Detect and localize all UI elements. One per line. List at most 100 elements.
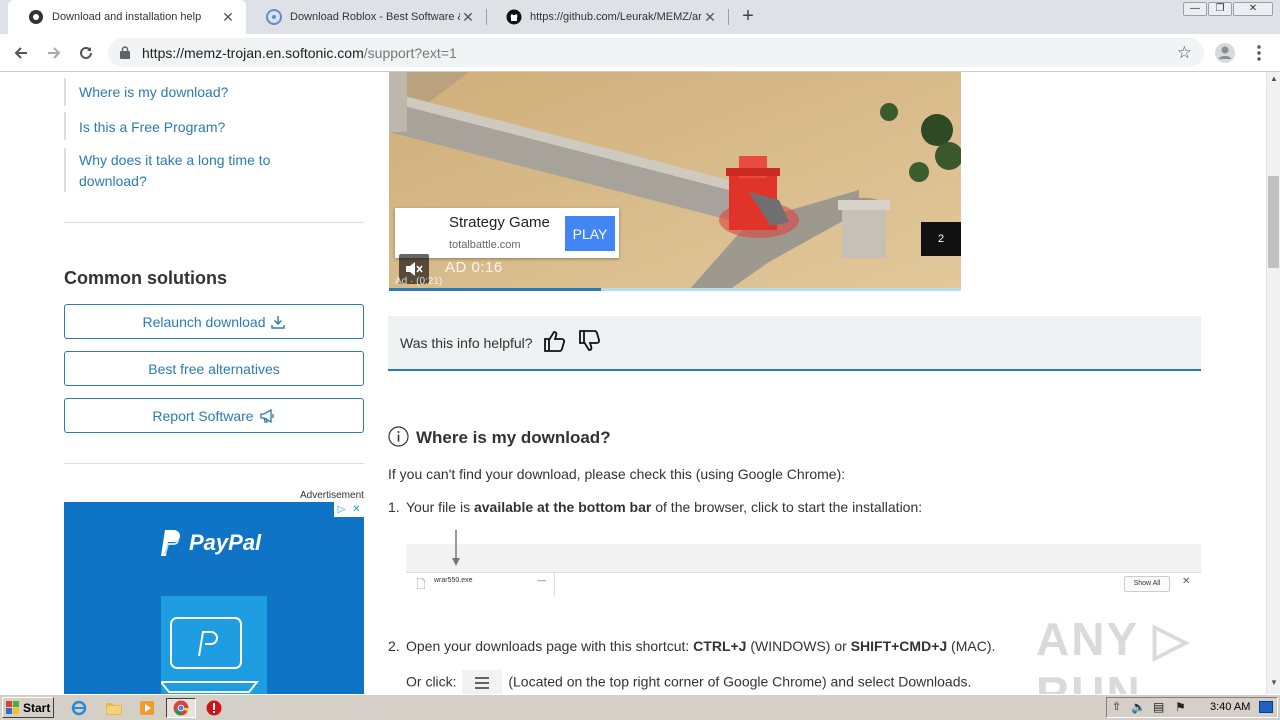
scrollbar-thumb[interactable] (1268, 176, 1279, 268)
advertisement-label: Advertisement (300, 490, 364, 501)
file-icon (417, 578, 425, 589)
video-progress-bar[interactable] (389, 288, 961, 291)
helpful-feedback-bar: Was this info helpful? (388, 316, 1201, 371)
step-2-alt: Or click: (Located on the top right corn… (406, 670, 971, 694)
divider (64, 222, 364, 223)
arrow-down-icon (452, 530, 460, 566)
forward-icon[interactable] (43, 42, 65, 64)
url-path: /support?ext=1 (363, 44, 457, 61)
show-desktop-icon[interactable] (1259, 701, 1273, 713)
media-player-icon[interactable] (136, 698, 158, 718)
common-solutions-title: Common solutions (64, 268, 227, 288)
scroll-down-icon[interactable]: ▼ (1270, 678, 1278, 687)
flag-icon[interactable]: ⚑ (1175, 700, 1186, 714)
sidebar-link-free-program[interactable]: Is this a Free Program? (79, 117, 225, 138)
lock-icon (120, 46, 132, 60)
paypal-wordmark: PayPal (189, 530, 262, 555)
profile-avatar-icon[interactable] (1214, 42, 1236, 64)
skip-countdown: 2 (921, 222, 961, 256)
link-marker (64, 112, 66, 140)
helpful-question: Was this info helpful? (400, 335, 533, 351)
anyrun-watermark: ANY ▷ RUN (1036, 613, 1191, 694)
start-button[interactable]: Start (2, 697, 54, 718)
start-label: Start (23, 700, 51, 715)
ad-duration-label: Ad · (0:21) (395, 276, 443, 287)
new-tab-button[interactable]: + (738, 6, 758, 26)
windows-taskbar: Start ⇧ 🔈 ▤ ⚑ 3:40 AM (0, 694, 1280, 720)
ad-timer: AD 0:16 (445, 259, 503, 276)
softonic-icon (266, 9, 282, 25)
link-marker (64, 148, 66, 192)
chrome-menu-icon[interactable] (1248, 42, 1270, 64)
chrome-taskbar-icon[interactable] (166, 698, 196, 718)
close-icon: ✕ (1182, 576, 1191, 587)
divider (554, 573, 555, 596)
step-1: 1. Your file is available at the bottom b… (388, 499, 923, 515)
downloaded-file-name: wrar550.exe (434, 577, 473, 584)
clock: 3:40 AM (1210, 701, 1251, 713)
network-icon[interactable]: ▤ (1153, 700, 1164, 714)
paypal-ad[interactable]: ▷ ✕ PayPal (64, 502, 364, 694)
tab-title: Download Roblox - Best Software & (290, 11, 460, 23)
button-label: Relaunch download (142, 313, 266, 330)
github-icon (506, 9, 522, 25)
relaunch-download-button[interactable]: Relaunch download (64, 304, 364, 339)
back-icon[interactable] (10, 42, 32, 64)
ad-card[interactable]: Strategy Game totalbattle.com PLAY (395, 208, 619, 258)
link-marker (64, 78, 66, 106)
internet-explorer-icon[interactable] (68, 698, 90, 718)
tab-github-memz[interactable]: https://github.com/Leurak/MEMZ/ar ✕ (486, 0, 728, 34)
page-scrollbar[interactable]: ▲ ▼ (1266, 72, 1280, 694)
step-2: 2. Open your downloads page with this sho… (388, 638, 996, 654)
close-tab-icon[interactable]: ✕ (702, 9, 718, 26)
paypal-logo-icon (161, 530, 180, 556)
url-host: https://memz-trojan.en.softonic.com (142, 44, 364, 61)
article-title: Where is my download? (416, 428, 611, 447)
download-dropdown-glyph: — (537, 575, 546, 585)
minimize-button[interactable]: — (1183, 2, 1207, 16)
article-intro: If you can't find your download, please … (388, 466, 846, 482)
tab-title: https://github.com/Leurak/MEMZ/ar (530, 11, 702, 23)
megaphone-icon (259, 408, 274, 423)
close-tab-icon[interactable]: ✕ (460, 9, 476, 26)
ad-card-title: Strategy Game (449, 214, 550, 231)
bookmark-star-icon[interactable]: ☆ (1177, 43, 1192, 63)
thumbs-down-icon[interactable] (578, 329, 602, 358)
stop-sign-icon[interactable] (203, 698, 225, 718)
button-label: Report Software (152, 407, 254, 424)
reload-icon[interactable] (75, 42, 97, 64)
window-close-button[interactable]: ✕ (1233, 2, 1273, 16)
info-icon (388, 426, 409, 452)
address-bar[interactable]: https://memz-trojan.en.softonic.com/supp… (108, 38, 1204, 67)
tab-divider (728, 9, 729, 25)
button-label: Best free alternatives (148, 360, 280, 377)
file-explorer-icon[interactable] (103, 698, 125, 718)
show-all-button: Show All (1124, 576, 1170, 592)
thumbs-up-icon[interactable] (543, 329, 567, 358)
video-ad-player[interactable]: Strategy Game totalbattle.com PLAY AD 0:… (389, 72, 961, 290)
windows-logo-icon (6, 701, 19, 714)
tab-download-help[interactable]: Download and installation help ✕ (8, 0, 246, 34)
tab-title: Download and installation help (52, 11, 202, 23)
tray-expand-icon[interactable]: ⇧ (1112, 700, 1121, 713)
download-icon (271, 315, 286, 329)
ad-card-domain: totalbattle.com (449, 239, 521, 251)
scroll-up-icon[interactable]: ▲ (1270, 74, 1278, 83)
volume-icon[interactable]: 🔈 (1131, 700, 1146, 714)
browser-toolbar: https://memz-trojan.en.softonic.com/supp… (0, 34, 1280, 72)
sidebar-link-long-time[interactable]: Why does it take a long time to download… (79, 150, 299, 192)
ad-play-button[interactable]: PLAY (565, 216, 615, 251)
best-free-alternatives-button[interactable]: Best free alternatives (64, 351, 364, 386)
page-content: Where is my download? Is this a Free Pro… (0, 72, 1266, 694)
close-tab-icon[interactable]: ✕ (220, 9, 236, 26)
tab-strip: Download and installation help ✕ Downloa… (0, 0, 1280, 34)
tab-download-roblox[interactable]: Download Roblox - Best Software & ✕ (246, 0, 486, 34)
report-software-button[interactable]: Report Software (64, 398, 364, 433)
divider (64, 463, 364, 464)
hamburger-menu-icon (462, 670, 503, 694)
restore-button[interactable]: ❐ (1208, 2, 1232, 16)
softonic-icon (28, 9, 44, 25)
sidebar-link-where-download[interactable]: Where is my download? (79, 82, 228, 103)
video-progress-fill (389, 288, 601, 291)
adchoices-icon[interactable]: ▷ ✕ (334, 502, 364, 517)
